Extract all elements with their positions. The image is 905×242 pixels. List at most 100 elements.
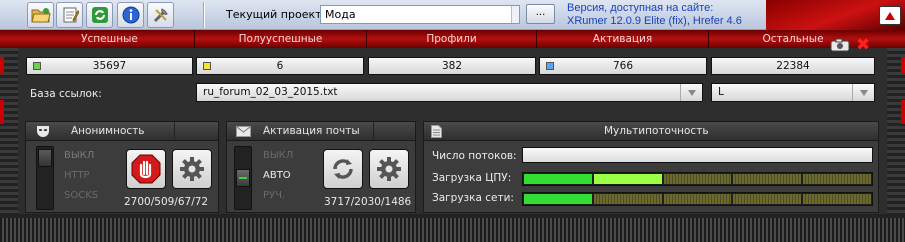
- counter-semi-successful-value: 6: [276, 60, 284, 72]
- header-successful: Успешные: [25, 30, 195, 48]
- refresh-button[interactable]: [86, 2, 113, 28]
- counter-profiles: 382: [368, 57, 536, 75]
- header-activation: Активация: [537, 30, 709, 48]
- anonymity-panel: Анонимность ВЫКЛ HTTP SOCKS 2700/509/67/…: [25, 121, 219, 213]
- counter-others: 22384: [711, 57, 875, 75]
- camera-icon: [830, 38, 850, 52]
- mail-activation-switch[interactable]: [234, 146, 252, 210]
- mail-opt-auto[interactable]: АВТО: [263, 170, 291, 181]
- gear-icon: [180, 157, 204, 181]
- stop-hand-icon: [131, 154, 161, 184]
- status-dot: [546, 62, 554, 70]
- info-button[interactable]: [117, 2, 144, 28]
- cpu-load-segment: [733, 174, 802, 184]
- counter-successful-value: 35697: [92, 60, 127, 72]
- browse-project-button[interactable]: ...: [526, 4, 555, 24]
- cpu-load-segment: [524, 174, 592, 184]
- net-load-segment: [663, 194, 732, 204]
- mail-activation-title: Активация почты: [263, 125, 360, 137]
- version-line-2: XRumer 12.0.9 Elite (fix), Hrefer 4.6: [567, 15, 742, 27]
- project-value: Мода: [325, 8, 356, 21]
- stop-button[interactable]: [126, 149, 166, 189]
- open-project-button[interactable]: [27, 2, 54, 28]
- close-icon[interactable]: ✖: [856, 36, 870, 54]
- links-db-label: База ссылок:: [30, 88, 102, 100]
- project-spin[interactable]: [511, 6, 519, 23]
- mail-settings-button[interactable]: [369, 149, 409, 189]
- links-mode-select[interactable]: L: [711, 83, 875, 102]
- mail-opt-off[interactable]: ВЫКЛ: [263, 150, 293, 161]
- net-load-segment: [524, 194, 592, 204]
- threads-input[interactable]: [522, 147, 873, 163]
- anonymity-switch[interactable]: [36, 146, 54, 210]
- edit-button[interactable]: [56, 2, 83, 28]
- screenshot-button[interactable]: [830, 38, 850, 52]
- mail-activation-header: Активация почты: [227, 122, 415, 141]
- mask-icon: [37, 126, 49, 137]
- chevron-down-icon[interactable]: [680, 84, 702, 101]
- chevron-down-icon[interactable]: [852, 84, 874, 101]
- right-red-tick: [901, 57, 905, 73]
- cpu-load-segment: [803, 174, 871, 184]
- refresh-icon: [91, 7, 108, 23]
- envelope-icon: [236, 126, 251, 137]
- document-icon: [431, 125, 442, 138]
- threads-label: Число потоков:: [432, 150, 517, 162]
- cpu-load-segment: [663, 174, 732, 184]
- right-edge-decor: [887, 48, 905, 228]
- counter-profiles-value: 382: [441, 60, 463, 72]
- header-semi-successful: Полууспешные: [195, 30, 367, 48]
- right-red-tick-2: [901, 100, 905, 124]
- status-dot: [203, 62, 211, 70]
- folder-open-icon: [30, 8, 51, 23]
- switch-knob[interactable]: [236, 169, 250, 187]
- cpu-load-segment: [593, 174, 662, 184]
- mail-opt-manual[interactable]: РУЧ.: [263, 190, 285, 201]
- toolbar-separator: [203, 2, 205, 28]
- counter-semi-successful: 6: [196, 57, 364, 75]
- stats-header: Успешные Полууспешные Профили Активация …: [0, 30, 905, 48]
- counter-successful: 35697: [26, 57, 193, 75]
- mail-activation-stats: 3717/2030/1486: [324, 196, 412, 208]
- net-load-meter: [522, 192, 873, 206]
- links-mode-value: L: [718, 86, 724, 98]
- anonymity-opt-http[interactable]: HTTP: [64, 170, 90, 181]
- tools-button[interactable]: [147, 2, 174, 28]
- left-red-tick: [0, 57, 4, 73]
- project-label: Текущий проект:: [226, 8, 326, 21]
- gear-icon: [377, 157, 401, 181]
- mail-refresh-button[interactable]: [323, 149, 363, 189]
- triangle-up-icon: [885, 11, 895, 20]
- net-load-label: Загрузка сети:: [432, 192, 514, 204]
- cpu-load-label: Загрузка ЦПУ:: [432, 172, 512, 184]
- counter-activation: 766: [539, 57, 707, 75]
- net-load-segment: [733, 194, 802, 204]
- collapse-button[interactable]: [879, 6, 901, 25]
- version-info[interactable]: Версия, доступная на сайте: XRumer 12.0.…: [567, 2, 742, 28]
- links-db-select[interactable]: ru_forum_02_03_2015.txt: [196, 83, 703, 102]
- anonymity-opt-socks[interactable]: SOCKS: [64, 190, 98, 201]
- anonymity-stats: 2700/509/67/72: [124, 196, 209, 208]
- project-input[interactable]: Мода: [320, 5, 520, 24]
- counter-others-value: 22384: [776, 60, 810, 72]
- anonymity-settings-button[interactable]: [172, 149, 212, 189]
- counter-activation-value: 766: [612, 60, 634, 72]
- left-red-tick-2: [0, 100, 4, 124]
- edit-document-icon: [63, 7, 79, 23]
- bottom-grill-rim: [0, 214, 905, 218]
- anonymity-title: Анонимность: [71, 125, 145, 137]
- toolbar: Текущий проект: Мода ... Версия, доступн…: [0, 0, 905, 30]
- net-load-segment: [593, 194, 662, 204]
- bottom-grill: [0, 214, 905, 242]
- anonymity-header: Анонимность: [26, 122, 218, 141]
- switch-knob[interactable]: [38, 149, 52, 167]
- anonymity-opt-off[interactable]: ВЫКЛ: [64, 150, 94, 161]
- multithreading-title: Мультипоточность: [604, 125, 709, 137]
- net-load-segment: [803, 194, 871, 204]
- cpu-load-meter: [522, 172, 873, 186]
- header-others: Остальные: [762, 33, 824, 45]
- info-icon: [122, 6, 139, 24]
- mail-activation-panel: Активация почты ВЫКЛ АВТО РУЧ. 3717/2030…: [226, 121, 416, 213]
- red-corner-panel: [766, 0, 905, 30]
- left-edge-decor: [0, 48, 18, 228]
